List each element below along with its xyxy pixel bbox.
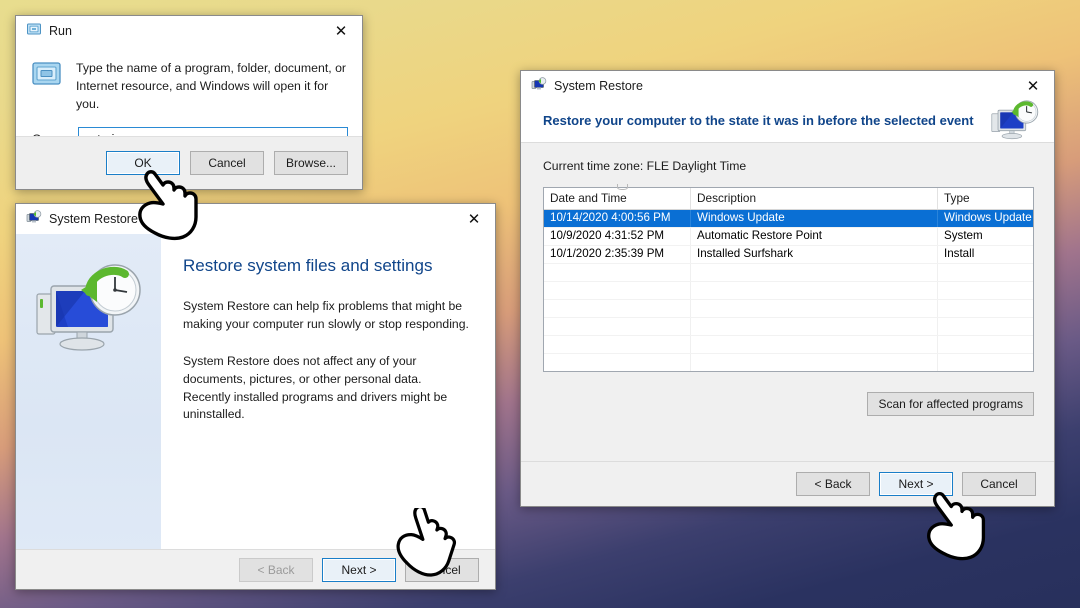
column-header-type[interactable]: Type	[938, 188, 1032, 209]
scan-affected-programs-button[interactable]: Scan for affected programs	[867, 392, 1034, 416]
ok-button[interactable]: OK	[106, 151, 180, 175]
system-restore-points-body: Current time zone: FLE Daylight Time Dat…	[521, 142, 1054, 489]
system-restore-intro-window: System Restore ✕ Restore system files an…	[15, 203, 496, 590]
table-row[interactable]: 10/14/2020 4:00:56 PM Windows Update Win…	[544, 210, 1033, 228]
run-dialog-title: Run	[49, 24, 72, 38]
cell-type: System	[944, 229, 983, 242]
browse-button[interactable]: Browse...	[274, 151, 348, 175]
system-restore-intro-body: Restore system files and settings System…	[16, 234, 495, 552]
table-row-empty	[544, 282, 1033, 300]
system-restore-intro-footer: < Back Next > Cancel	[16, 549, 495, 589]
page-title: Restore your computer to the state it wa…	[543, 113, 974, 128]
system-restore-icon	[26, 209, 42, 230]
table-row-empty	[544, 318, 1033, 336]
table-row[interactable]: 10/1/2020 2:35:39 PM Installed Surfshark…	[544, 246, 1033, 264]
run-description-icon	[30, 58, 64, 113]
cell-description: Installed Surfshark	[691, 246, 938, 263]
scan-row: Scan for affected programs	[543, 392, 1034, 416]
column-header-description[interactable]: Description	[691, 188, 938, 209]
run-dialog-body: Type the name of a program, folder, docu…	[16, 46, 362, 113]
table-row-empty	[544, 300, 1033, 318]
back-button: < Back	[239, 557, 313, 582]
system-restore-points-titlebar: System Restore ✕	[521, 71, 1054, 101]
cancel-button[interactable]: Cancel	[405, 557, 479, 582]
system-restore-icon	[531, 76, 547, 97]
cell-type: Install	[944, 247, 975, 260]
cell-type: Windows Update	[944, 211, 1032, 224]
sort-ascending-icon	[617, 184, 628, 190]
column-header-label: Date and Time	[550, 191, 627, 205]
table-row-empty	[544, 336, 1033, 354]
next-button[interactable]: Next >	[879, 472, 953, 496]
close-icon[interactable]: ✕	[320, 16, 362, 46]
cancel-button[interactable]: Cancel	[962, 472, 1036, 496]
close-icon[interactable]: ✕	[453, 204, 495, 234]
back-button[interactable]: < Back	[796, 472, 870, 496]
run-dialog-footer: OK Cancel Browse...	[16, 136, 362, 189]
run-description: Type the name of a program, folder, docu…	[76, 61, 346, 111]
cancel-button[interactable]: Cancel	[190, 151, 264, 175]
table-rows: 10/14/2020 4:00:56 PM Windows Update Win…	[544, 210, 1033, 371]
system-restore-intro-content: Restore system files and settings System…	[161, 234, 495, 552]
system-restore-intro-titlebar: System Restore ✕	[16, 204, 495, 234]
system-restore-points-header: Restore your computer to the state it wa…	[521, 100, 1054, 142]
table-row-empty	[544, 354, 1033, 371]
cell-description: Automatic Restore Point	[691, 228, 938, 245]
system-restore-points-title: System Restore	[554, 79, 643, 93]
system-restore-points-footer: < Back Next > Cancel	[521, 461, 1054, 506]
column-header-date-time[interactable]: Date and Time	[544, 184, 691, 209]
system-restore-header-icon	[990, 97, 1040, 148]
run-dialog-titlebar: Run ✕	[16, 16, 362, 46]
next-button[interactable]: Next >	[322, 557, 396, 582]
cell-date-time: 10/9/2020 4:31:52 PM	[544, 228, 691, 245]
restore-points-table[interactable]: Date and Time Description Type 10/14/202…	[543, 184, 1034, 372]
cell-date-time: 10/1/2020 2:35:39 PM	[544, 246, 691, 263]
table-header-row: Date and Time Description Type	[544, 184, 1033, 210]
table-row-empty	[544, 264, 1033, 282]
cell-description: Windows Update	[691, 210, 938, 227]
intro-paragraph-2: System Restore does not affect any of yo…	[183, 354, 448, 422]
run-app-icon	[26, 21, 42, 42]
system-restore-points-window: System Restore ✕ Restore your computer t…	[520, 70, 1055, 507]
system-restore-intro-title: System Restore	[49, 212, 138, 226]
table-row[interactable]: 10/9/2020 4:31:52 PM Automatic Restore P…	[544, 228, 1033, 246]
system-restore-banner	[16, 234, 161, 552]
page-title: Restore system files and settings	[183, 256, 433, 275]
run-dialog-window: Run ✕ Type the name of a program, folder…	[15, 15, 363, 190]
system-restore-large-icon	[33, 258, 145, 363]
time-zone-label: Current time zone: FLE Daylight Time	[543, 159, 747, 173]
intro-paragraph-1: System Restore can help fix problems tha…	[183, 299, 469, 331]
cell-date-time: 10/14/2020 4:00:56 PM	[544, 210, 691, 227]
